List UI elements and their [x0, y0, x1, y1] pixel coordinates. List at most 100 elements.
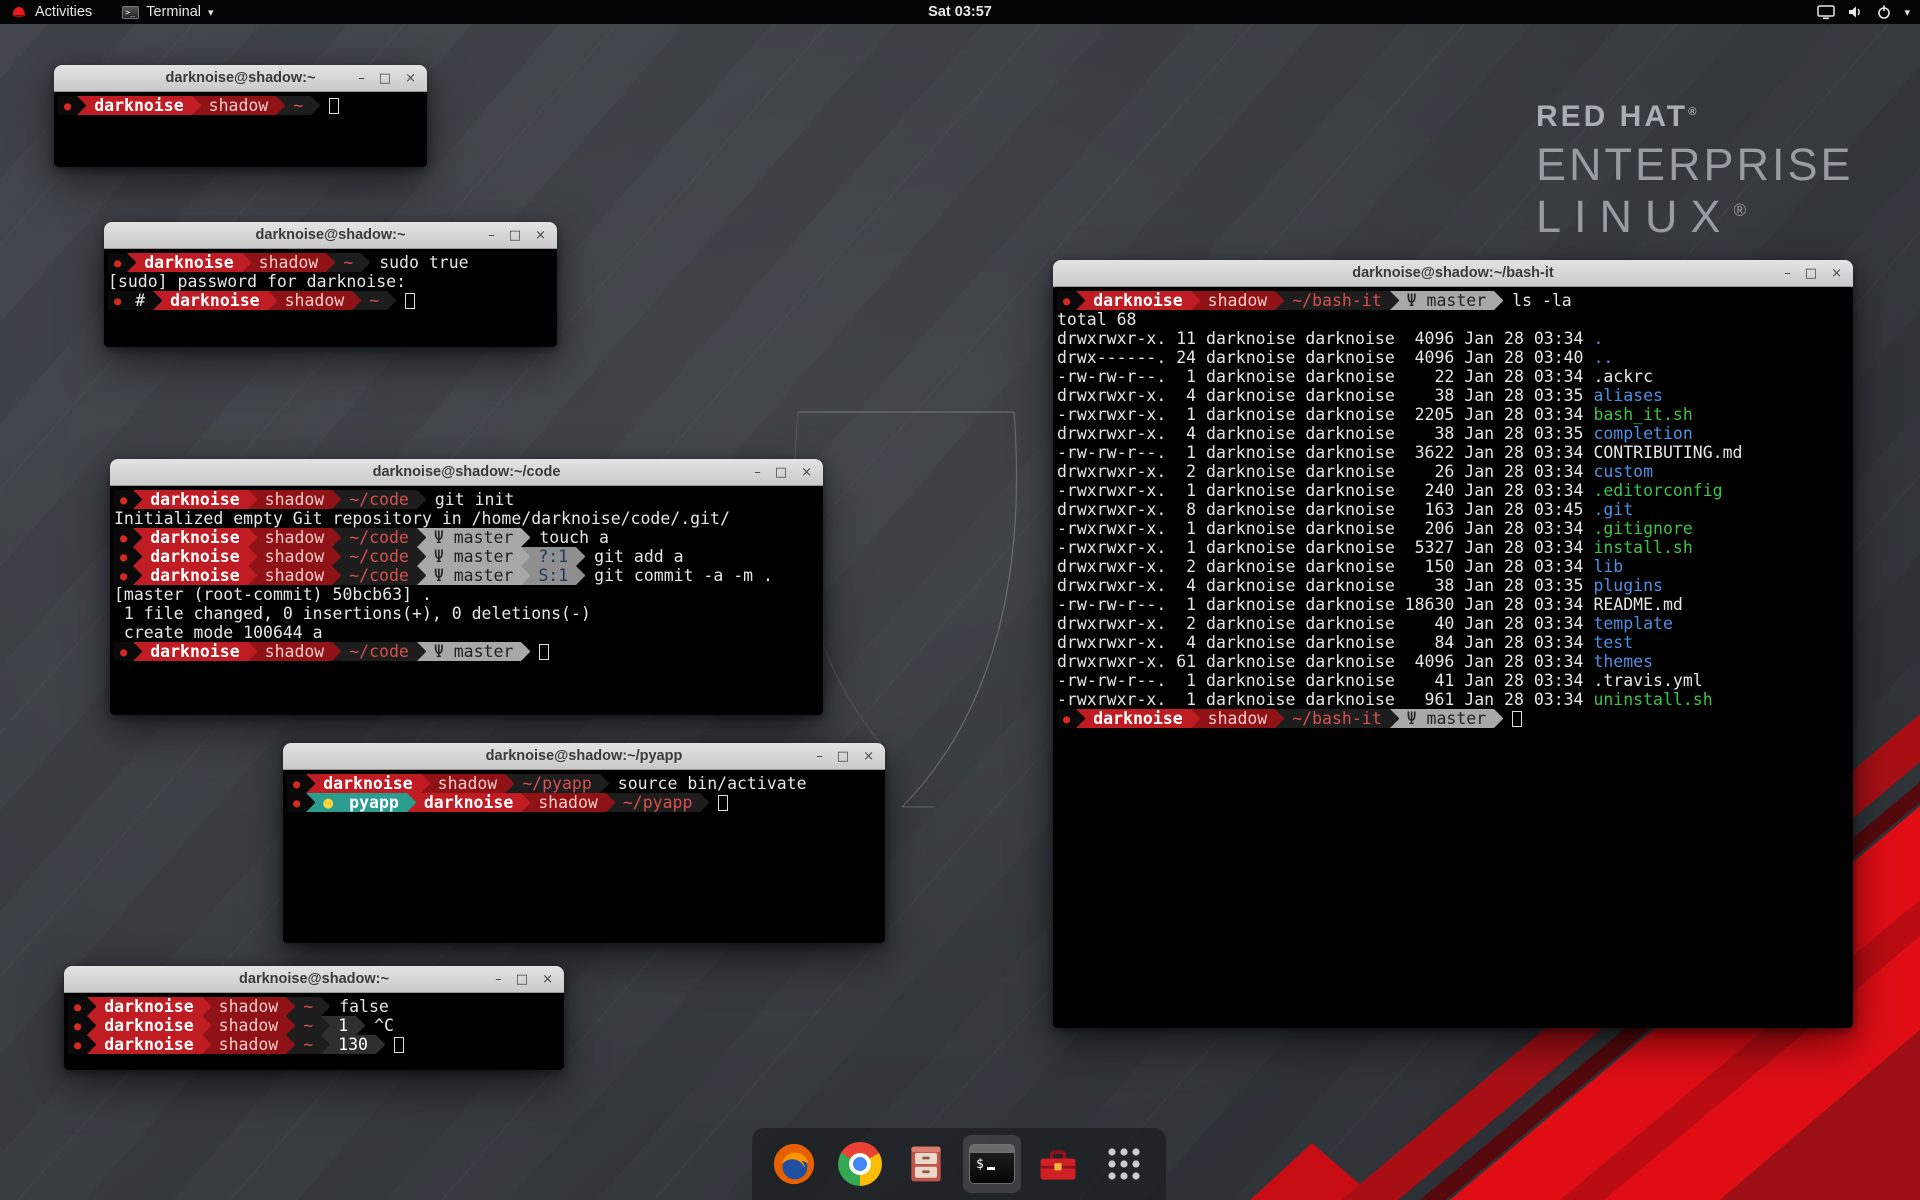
terminal-line: Initialized empty Git repository in /hom…: [114, 509, 823, 528]
powerline-separator-icon: [332, 642, 341, 661]
dock-toolbox-icon[interactable]: [1034, 1140, 1082, 1188]
prompt-seg-path: ~/code: [341, 642, 417, 661]
display-brightness-icon: [1817, 5, 1835, 20]
ls-columns: drwxrwxr-x. 11 darknoise darknoise 4096 …: [1057, 329, 1593, 348]
dock-terminal-icon[interactable]: $: [968, 1140, 1016, 1188]
terminal-icon: $: [969, 1144, 1015, 1184]
terminal-line: drwxrwxr-x. 2 darknoise darknoise 150 Ja…: [1057, 557, 1853, 576]
powerline-separator-icon: [133, 547, 142, 566]
terminal-cursor: [394, 1037, 404, 1053]
terminal-window-home-2[interactable]: darknoise@shadow:~ – □ × ●darknoiseshado…: [64, 966, 564, 1070]
terminal-window-home-1[interactable]: darknoise@shadow:~ – □ × ●darknoiseshado…: [54, 65, 427, 167]
maximize-button[interactable]: □: [509, 229, 521, 242]
powerline-separator-icon: [407, 793, 416, 812]
prompt-seg-path: ~: [361, 291, 387, 310]
system-status-area[interactable]: ▾: [1817, 0, 1910, 24]
terminal-content[interactable]: ●darknoiseshadow~sudo true[sudo] passwor…: [104, 249, 557, 347]
powerline-separator-icon: [306, 774, 315, 793]
prompt-seg-path: ~/code: [341, 547, 417, 566]
app-menu-terminal[interactable]: >_ Terminal ▾: [122, 0, 213, 24]
minimize-button[interactable]: –: [816, 750, 823, 763]
ls-columns: -rwxrwxr-x. 1 darknoise darknoise 961 Ja…: [1057, 690, 1593, 709]
powerline-separator-icon: [248, 547, 257, 566]
rhel-logo: RED HAT® ENTERPRISE LINUX®: [1536, 100, 1854, 243]
maximize-button[interactable]: □: [837, 750, 849, 763]
maximize-button[interactable]: □: [379, 72, 391, 85]
activities-button[interactable]: Activities: [10, 0, 92, 24]
window-titlebar[interactable]: darknoise@shadow:~ – □ ×: [54, 65, 427, 92]
terminal-content[interactable]: ●darknoiseshadow~/pyappsource bin/activa…: [283, 770, 885, 943]
powerline-separator-icon: [1275, 709, 1284, 728]
close-button[interactable]: ×: [801, 466, 812, 479]
dock-files-icon[interactable]: [902, 1140, 950, 1188]
terminal-content[interactable]: ●darknoiseshadow~: [54, 92, 427, 167]
prompt-seg-user: darknoise: [136, 253, 241, 272]
terminal-content[interactable]: ●darknoiseshadow~/codegit initInitialize…: [110, 486, 823, 715]
desktop: RED HAT® ENTERPRISE LINUX® Activities >_…: [0, 0, 1920, 1200]
prompt-seg-host: shadow: [430, 774, 506, 793]
minimize-button[interactable]: –: [495, 973, 502, 986]
ls-filename: bash_it.sh: [1593, 405, 1692, 424]
dock-firefox-icon[interactable]: [770, 1140, 818, 1188]
file-cabinet-icon: [904, 1141, 948, 1187]
window-titlebar[interactable]: darknoise@shadow:~/code – □ ×: [110, 459, 823, 486]
window-titlebar[interactable]: darknoise@shadow:~ – □ ×: [104, 222, 557, 249]
command-text: sudo true: [370, 253, 468, 272]
dock-app-grid-icon[interactable]: [1100, 1140, 1148, 1188]
clock[interactable]: Sat 03:57: [928, 4, 992, 20]
terminal-line: drwxrwxr-x. 4 darknoise darknoise 38 Jan…: [1057, 576, 1853, 595]
close-button[interactable]: ×: [535, 229, 546, 242]
maximize-button[interactable]: □: [775, 466, 787, 479]
terminal-window-pyapp[interactable]: darknoise@shadow:~/pyapp – □ × ●darknois…: [283, 743, 885, 943]
ls-columns: -rwxrwxr-x. 1 darknoise darknoise 5327 J…: [1057, 538, 1593, 557]
close-button[interactable]: ×: [405, 72, 416, 85]
close-button[interactable]: ×: [863, 750, 874, 763]
minimize-button[interactable]: –: [1784, 267, 1791, 280]
powerline-separator-icon: [332, 566, 341, 585]
terminal-content[interactable]: ●darknoiseshadow~false●darknoiseshadow~1…: [64, 993, 564, 1070]
minimize-button[interactable]: –: [754, 466, 761, 479]
window-titlebar[interactable]: darknoise@shadow:~ – □ ×: [64, 966, 564, 993]
terminal-line: -rw-rw-r--. 1 darknoise darknoise 18630 …: [1057, 595, 1853, 614]
maximize-button[interactable]: □: [1805, 267, 1817, 280]
command-text: touch a: [530, 528, 609, 547]
close-button[interactable]: ×: [542, 973, 553, 986]
maximize-button[interactable]: □: [516, 973, 528, 986]
minimize-button[interactable]: –: [358, 72, 365, 85]
powerline-separator-icon: [248, 642, 257, 661]
terminal-window-code[interactable]: darknoise@shadow:~/code – □ × ●darknoise…: [110, 459, 823, 715]
terminal-window-bash-it[interactable]: darknoise@shadow:~/bash-it – □ × ●darkno…: [1053, 260, 1853, 1028]
prompt-seg-path: ~: [295, 1035, 321, 1054]
ls-columns: -rw-rw-r--. 1 darknoise darknoise 3622 J…: [1057, 443, 1593, 462]
powerline-separator-icon: [311, 96, 320, 115]
app-grid-icon: [1104, 1144, 1144, 1184]
terminal-line: drwxrwxr-x. 11 darknoise darknoise 4096 …: [1057, 329, 1853, 348]
terminal-line: [master (root-commit) 50bcb63] .: [114, 585, 823, 604]
minimize-button[interactable]: –: [488, 229, 495, 242]
window-titlebar[interactable]: darknoise@shadow:~/bash-it – □ ×: [1053, 260, 1853, 287]
prompt-seg-hat: ●: [108, 291, 127, 310]
powerline-separator-icon: [1191, 291, 1200, 310]
ls-columns: drwxrwxr-x. 2 darknoise darknoise 26 Jan…: [1057, 462, 1593, 481]
close-button[interactable]: ×: [1831, 267, 1842, 280]
prompt-seg-user: darknoise: [86, 96, 191, 115]
terminal-content[interactable]: ●darknoiseshadow~/bash-itΨ masterls -lat…: [1053, 287, 1853, 1028]
ls-columns: -rwxrwxr-x. 1 darknoise darknoise 2205 J…: [1057, 405, 1593, 424]
powerline-separator-icon: [600, 774, 609, 793]
window-title: darknoise@shadow:~: [166, 70, 316, 86]
terminal-window-sudo[interactable]: darknoise@shadow:~ – □ × ●darknoiseshado…: [104, 222, 557, 347]
terminal-line: drwxrwxr-x. 61 darknoise darknoise 4096 …: [1057, 652, 1853, 671]
ls-filename: .travis.yml: [1593, 671, 1702, 690]
output-text: [sudo] password for darknoise:: [108, 272, 406, 291]
powerline-separator-icon: [321, 1016, 330, 1035]
chrome-icon: [838, 1142, 882, 1186]
dock-chrome-icon[interactable]: [836, 1140, 884, 1188]
powerline-separator-icon: [248, 528, 257, 547]
powerline-separator-icon: [417, 528, 426, 547]
prompt-line: ●darknoiseshadow~sudo true: [108, 253, 557, 272]
terminal-line: drwxrwxr-x. 2 darknoise darknoise 40 Jan…: [1057, 614, 1853, 633]
powerline-separator-icon: [133, 490, 142, 509]
window-titlebar[interactable]: darknoise@shadow:~/pyapp – □ ×: [283, 743, 885, 770]
powerline-separator-icon: [417, 490, 426, 509]
terminal-line: [sudo] password for darknoise:: [108, 272, 557, 291]
